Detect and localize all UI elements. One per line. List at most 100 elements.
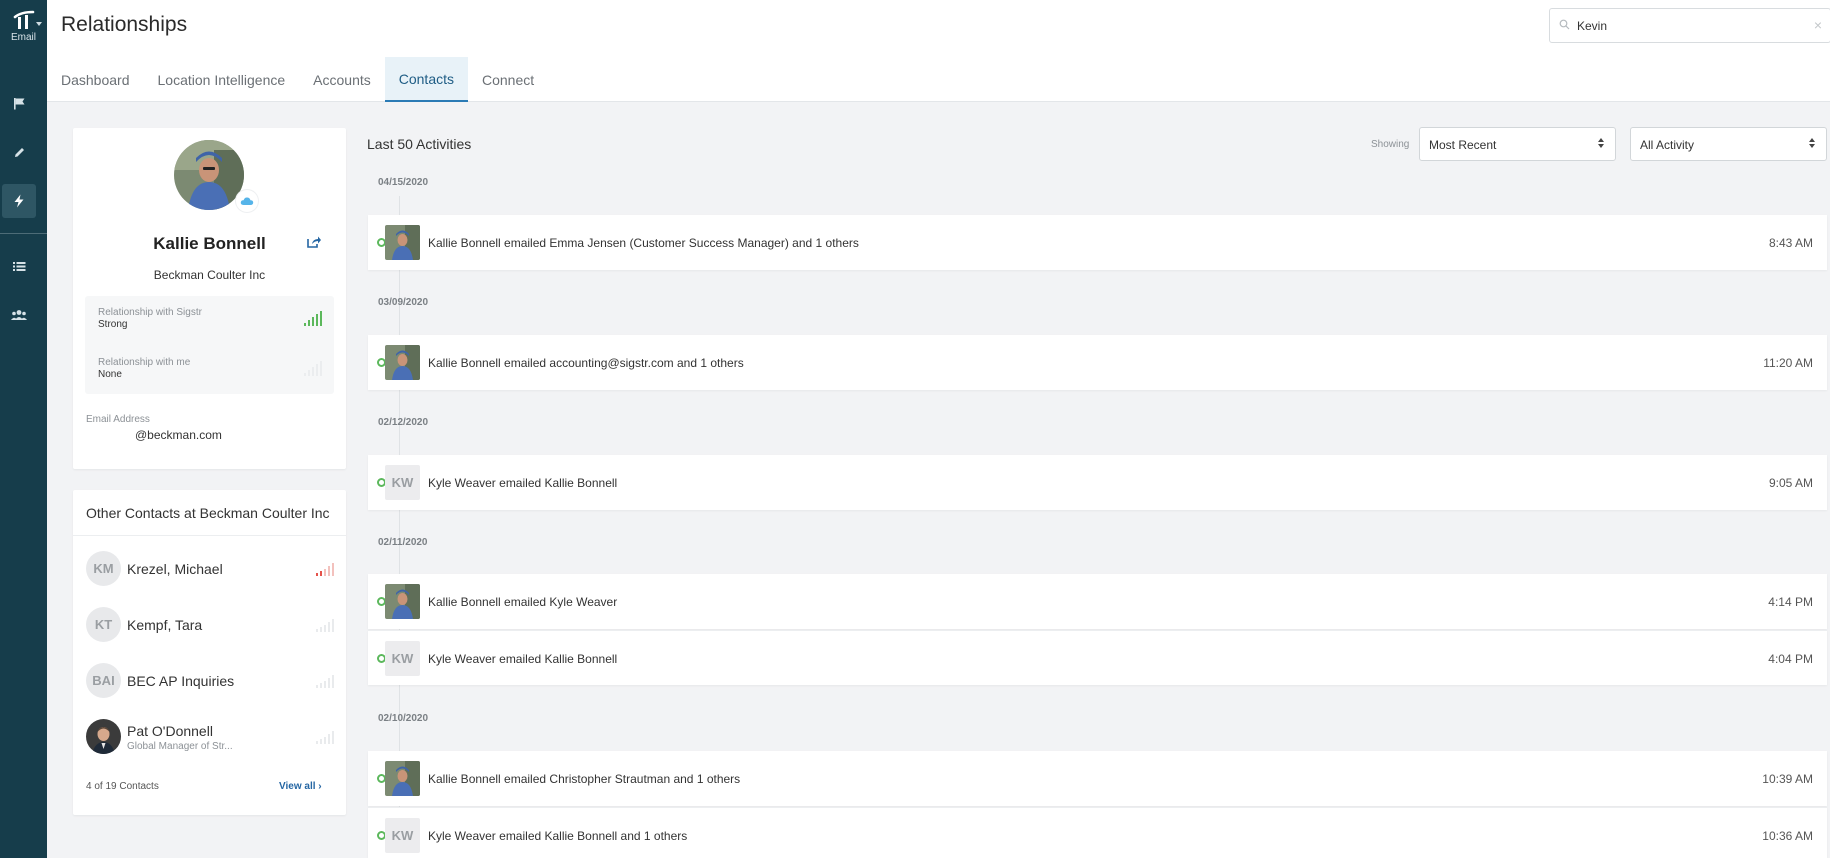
activity-avatar [385,761,420,796]
nav-activity[interactable] [2,184,36,218]
signal-none-icon [304,361,322,376]
contact-row-name: Krezel, Michael [127,561,223,577]
contact-avatar [86,719,121,754]
activities-title: Last 50 Activities [367,136,472,152]
activity-row[interactable]: KW Kyle Weaver emailed Kallie Bonnell an… [368,807,1827,858]
tab-location-intelligence[interactable]: Location Intelligence [144,57,300,102]
activity-row[interactable]: Kallie Bonnell emailed Christopher Strau… [368,751,1827,806]
activity-text: Kallie Bonnell emailed accounting@sigstr… [428,356,744,370]
activity-row[interactable]: Kallie Bonnell emailed accounting@sigstr… [368,335,1827,390]
activity-row[interactable]: KW Kyle Weaver emailed Kallie Bonnell 9:… [368,455,1827,510]
search-icon [1559,19,1570,30]
nav-flag[interactable] [2,86,36,120]
contact-row[interactable]: Pat O'Donnell Global Manager of Str... [86,719,334,755]
showing-label: Showing [1371,139,1410,150]
activity-row[interactable]: Kallie Bonnell emailed Kyle Weaver 4:14 … [368,574,1827,629]
relationship-me-label: Relationship with me [98,357,191,368]
activity-time: 11:20 AM [1763,356,1813,370]
activity-text: Kallie Bonnell emailed Emma Jensen (Cust… [428,236,859,250]
lightning-icon [14,194,24,208]
list-icon [12,261,25,271]
activity-text: Kyle Weaver emailed Kallie Bonnell [428,476,618,490]
relationship-me-value: None [98,369,122,380]
other-contacts-title: Other Contacts at Beckman Coulter Inc [86,505,330,521]
activity-text: Kyle Weaver emailed Kallie Bonnell and 1… [428,829,688,843]
tab-accounts[interactable]: Accounts [299,57,385,102]
activity-avatar [385,345,420,380]
contact-name: Kallie Bonnell [153,234,266,253]
kallie-photo [385,345,420,380]
activity-text: Kallie Bonnell emailed Christopher Strau… [428,772,741,786]
page-title: Relationships [61,13,188,36]
search-input[interactable] [1577,17,1797,35]
select-arrows-icon [1809,138,1817,148]
signal-none-icon [316,619,334,632]
activity-time: 4:14 PM [1768,595,1813,609]
activity-time: 9:05 AM [1768,476,1813,490]
app-label: Email [10,32,36,43]
contact-row-name: BEC AP Inquiries [127,673,235,689]
filter-select[interactable]: All Activity [1630,127,1827,161]
activity-date: 04/15/2020 [378,177,429,188]
left-rail: Email [0,0,47,858]
activity-time: 8:43 AM [1768,236,1813,250]
search-box[interactable]: × [1549,8,1830,43]
activity-time: 4:04 PM [1768,652,1813,666]
nav-people[interactable] [2,298,36,332]
contacts-count: 4 of 19 Contacts [86,781,159,792]
activity-date: 02/12/2020 [378,417,429,428]
tab-dashboard[interactable]: Dashboard [61,57,144,102]
share-button[interactable] [307,235,321,253]
clear-search-icon[interactable]: × [1814,17,1822,33]
activity-time: 10:39 AM [1762,772,1813,786]
flag-icon [13,97,24,109]
contact-avatar: KT [86,607,121,642]
main-tabs: Dashboard Location Intelligence Accounts… [61,57,548,102]
tab-connect[interactable]: Connect [468,57,548,102]
nav-edit[interactable] [2,135,36,169]
relationship-sigstr-value: Strong [98,319,128,330]
relationship-box: Relationship with Sigstr Strong Relation… [85,296,334,394]
kallie-photo [385,584,420,619]
activity-time: 10:36 AM [1762,829,1813,843]
sort-select[interactable]: Most Recent [1419,127,1616,161]
activity-avatar: KW [385,465,420,500]
signal-none-icon [316,675,334,688]
contact-row-name: Kempf, Tara [127,617,203,633]
contact-row[interactable]: KM Krezel, Michael [86,551,334,587]
activity-text: Kallie Bonnell emailed Kyle Weaver [428,595,618,609]
contact-row[interactable]: KT Kempf, Tara [86,607,334,643]
contact-avatar: BAI [86,663,121,698]
relationship-sigstr: Relationship with Sigstr Strong [98,307,323,330]
activity-row[interactable]: Kallie Bonnell emailed Emma Jensen (Cust… [368,215,1827,270]
app-logo[interactable]: Email [0,10,47,43]
activity-row[interactable]: KW Kyle Weaver emailed Kallie Bonnell 4:… [368,630,1827,685]
activity-date: 03/09/2020 [378,297,429,308]
nav-list[interactable] [2,249,36,283]
chevron-down-icon[interactable] [36,22,42,26]
contact-photo [86,719,121,754]
sort-select-value: Most Recent [1429,138,1497,152]
relationship-sigstr-label: Relationship with Sigstr [98,307,202,318]
activity-avatar [385,225,420,260]
activity-date: 02/11/2020 [378,537,428,548]
view-all-link[interactable]: View all › [279,781,322,792]
sigstr-logo-icon [13,10,34,29]
contact-row[interactable]: BAI BEC AP Inquiries [86,663,334,699]
contact-company: Beckman Coulter Inc [153,268,266,282]
activity-date: 02/10/2020 [378,713,429,724]
signal-none-icon [316,731,334,744]
share-icon [307,236,321,248]
kallie-photo [385,761,420,796]
select-arrows-icon [1598,138,1606,148]
contact-profile-card: Kallie Bonnell Beckman Coulter Inc Relat… [73,128,346,469]
filter-select-value: All Activity [1640,138,1695,152]
other-contacts-card: Other Contacts at Beckman Coulter Inc KM… [73,490,346,815]
pencil-icon [14,147,24,157]
tab-contacts[interactable]: Contacts [384,57,468,102]
signal-weak-icon [316,563,334,576]
people-icon [11,310,27,320]
kallie-photo [385,225,420,260]
salesforce-cloud-icon [236,190,258,212]
relationship-me: Relationship with me None [98,357,323,380]
